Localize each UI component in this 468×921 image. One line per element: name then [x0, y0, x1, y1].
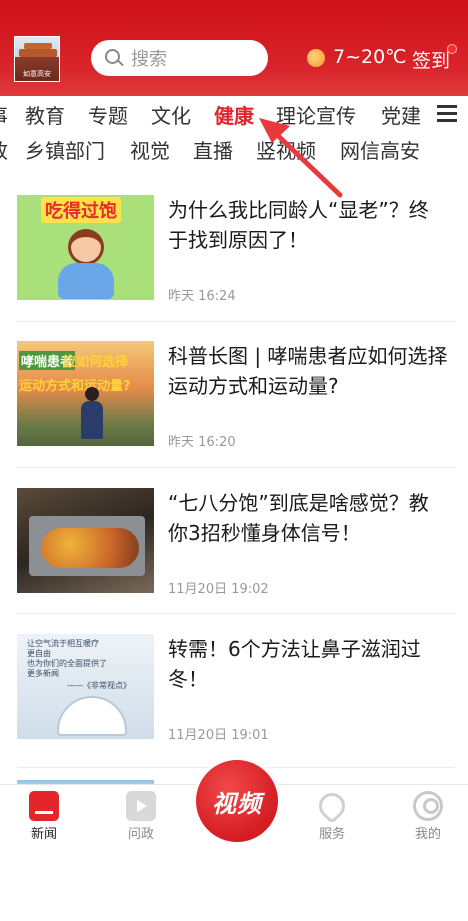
tab-culture[interactable]: 文化 [151, 100, 191, 129]
tab-education[interactable]: 教育 [25, 100, 65, 129]
nav-wenzheng[interactable]: 问政 [106, 785, 176, 842]
tab-cyberspace[interactable]: 网信高安 [340, 135, 420, 164]
tab-special[interactable]: 专题 [88, 100, 128, 129]
video-button-label: 视频 [212, 789, 262, 818]
signin-badge-dot [447, 44, 457, 54]
category-tabs-row-2: 政 乡镇部门 视觉 直播 竖视频 网信高安 [0, 131, 468, 167]
nav-label: 新闻 [30, 827, 57, 842]
divider [17, 613, 455, 614]
thumb-line: 更多新闻 [27, 669, 59, 678]
category-tabs-row-1: 事 教育 专题 文化 健康 理论宣传 党建 [0, 96, 468, 132]
search-placeholder: 搜索 [131, 49, 167, 70]
news-time: 昨天 16:24 [168, 289, 236, 304]
tab-cut-left-2[interactable]: 政 [0, 135, 8, 164]
thumb-caption-b: 应如何选择 [63, 355, 129, 370]
divider [17, 321, 455, 322]
news-item-3[interactable]: “七八分饱”到底是啥感觉？教你3招秒懂身体信号！ 11月20日 19:02 [0, 475, 468, 621]
news-title: “七八分饱”到底是啥感觉？教你3招秒懂身体信号！ [168, 491, 429, 545]
tab-theory[interactable]: 理论宣传 [276, 100, 356, 129]
nav-label: 问政 [127, 827, 154, 842]
nav-mine[interactable]: 我的 [393, 785, 463, 842]
tv-icon [126, 791, 156, 821]
app-logo[interactable]: 如意高安 [14, 36, 60, 82]
signin-button[interactable]: 签到 [412, 46, 450, 73]
top-header: 如意高安 搜索 7~20℃ 签到 [0, 0, 468, 96]
news-title: 转需！6个方法让鼻子滋润过冬！ [168, 637, 421, 691]
video-center-button[interactable]: 视频 [193, 757, 281, 845]
search-box[interactable]: 搜索 [91, 40, 268, 76]
divider [17, 467, 455, 468]
news-thumbnail: 吃得过饱 [17, 195, 154, 300]
menu-icon[interactable] [437, 105, 457, 122]
news-time: 昨天 16:20 [168, 435, 236, 450]
weather-sun-icon [307, 49, 325, 67]
news-icon [29, 791, 59, 821]
logo-text: 如意高安 [23, 70, 51, 78]
nav-label: 我的 [414, 827, 441, 842]
temperature-text: 7~20℃ [333, 46, 407, 68]
thumb-caption-c: 运动方式和运动量? [19, 379, 131, 394]
news-title: 科普长图 | 哮喘患者应如何选择运动方式和运动量? [168, 344, 448, 398]
nav-label: 服务 [318, 827, 345, 842]
tab-party[interactable]: 党建 [381, 100, 421, 129]
news-time: 11月20日 19:01 [168, 728, 269, 743]
nav-fuwu[interactable]: 服务 [297, 785, 367, 842]
thumb-line: ——《非常视点》 [67, 681, 131, 690]
news-title: 为什么我比同龄人“显老”？终于找到原因了！ [168, 198, 429, 252]
tab-health[interactable]: 健康 [214, 100, 254, 129]
tab-vertical-video[interactable]: 竖视频 [256, 135, 316, 164]
news-thumbnail: 哮喘患者 应如何选择 运动方式和运动量? [17, 341, 154, 446]
news-thumbnail: 让空气流于相互暖疗 更自由 也为你们的全面提供了 更多新闻 ——《非常视点》 [17, 634, 154, 739]
tab-township[interactable]: 乡镇部门 [25, 135, 105, 164]
tab-cut-left[interactable]: 事 [0, 100, 8, 129]
search-icon [105, 49, 124, 67]
user-icon [413, 791, 443, 821]
tab-live[interactable]: 直播 [193, 135, 233, 164]
tab-visual[interactable]: 视觉 [130, 135, 170, 164]
heart-hand-icon [313, 787, 351, 825]
news-item-1[interactable]: 吃得过饱 为什么我比同龄人“显老”？终于找到原因了！ 昨天 16:24 [0, 182, 468, 328]
nav-news[interactable]: 新闻 [9, 785, 79, 842]
thumb-caption: 吃得过饱 [41, 197, 121, 223]
news-item-4[interactable]: 让空气流于相互暖疗 更自由 也为你们的全面提供了 更多新闻 ——《非常视点》 转… [0, 621, 468, 767]
news-time: 11月20日 19:02 [168, 582, 269, 597]
news-item-2[interactable]: 哮喘患者 应如何选择 运动方式和运动量? 科普长图 | 哮喘患者应如何选择运动方… [0, 328, 468, 474]
news-thumbnail [17, 488, 154, 593]
